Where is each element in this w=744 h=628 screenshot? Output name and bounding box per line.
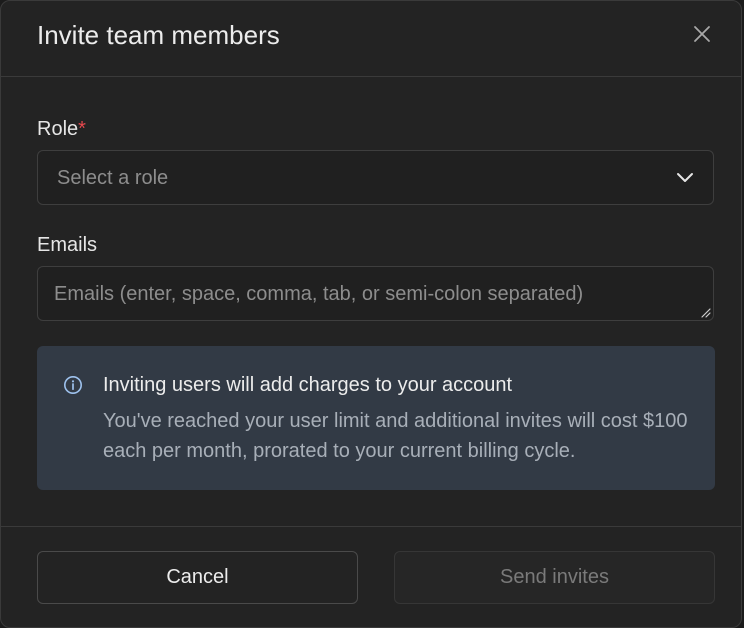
close-icon — [694, 26, 710, 42]
invite-dialog: Invite team members Role* Select a role … — [0, 0, 742, 628]
cancel-button[interactable]: Cancel — [37, 551, 358, 604]
dialog-header: Invite team members — [1, 1, 741, 77]
emails-input[interactable]: Emails (enter, space, comma, tab, or sem… — [37, 266, 714, 321]
resize-grip-icon[interactable] — [699, 306, 711, 318]
role-select[interactable]: Select a role — [37, 150, 714, 205]
dialog-footer: Cancel Send invites — [1, 526, 741, 627]
info-icon — [64, 376, 82, 394]
role-label-text: Role — [37, 118, 79, 140]
send-invites-button[interactable]: Send invites — [394, 551, 715, 604]
emails-label: Emails — [37, 234, 98, 256]
role-select-placeholder: Select a role — [57, 167, 169, 189]
notice-title: Inviting users will add charges to your … — [103, 374, 513, 396]
close-button[interactable] — [689, 21, 715, 47]
notice-body: You've reached your user limit and addit… — [103, 410, 688, 462]
chevron-down-icon — [677, 173, 693, 182]
required-marker: * — [78, 118, 86, 140]
emails-placeholder: Emails (enter, space, comma, tab, or sem… — [54, 283, 584, 305]
role-label: Role* — [37, 116, 86, 142]
billing-notice: Inviting users will add charges to your … — [37, 346, 715, 490]
dialog-title: Invite team members — [37, 20, 280, 50]
